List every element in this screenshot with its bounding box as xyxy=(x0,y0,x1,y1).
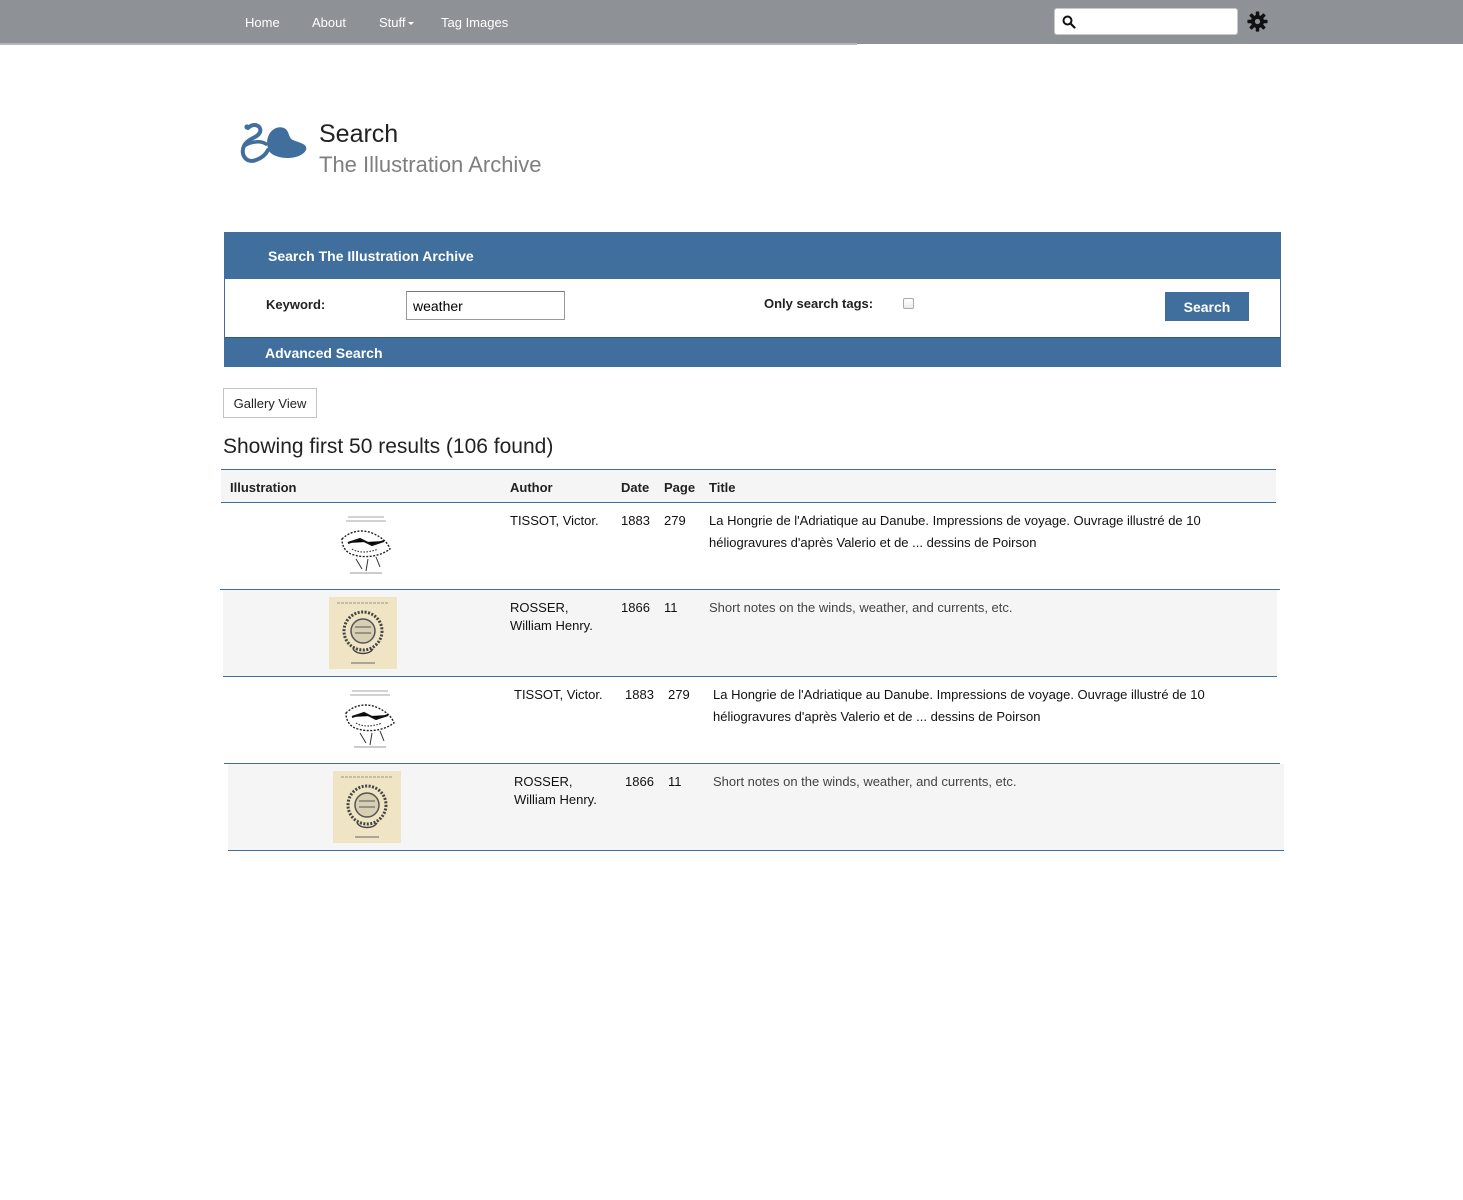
results-count-heading: Showing first 50 results (106 found) xyxy=(223,435,554,458)
column-header-illustration: Illustration xyxy=(230,480,297,495)
column-header-title: Title xyxy=(709,480,736,495)
nav-divider xyxy=(0,43,857,45)
results-table-header: Illustration Author Date Page Title xyxy=(221,469,1276,503)
row-page: 279 xyxy=(664,513,686,528)
table-row[interactable]: ROSSER, William Henry. 1866 11 Short not… xyxy=(223,590,1277,677)
search-panel-header: Search The Illustration Archive xyxy=(225,233,1280,279)
keyword-input[interactable] xyxy=(406,291,565,320)
nav-stuff-dropdown[interactable]: Stuff xyxy=(379,15,414,30)
nav-search-box[interactable] xyxy=(1054,8,1238,35)
row-page: 11 xyxy=(668,774,682,789)
search-panel: Search The Illustration Archive Keyword:… xyxy=(224,232,1281,367)
column-header-author: Author xyxy=(510,480,553,495)
wreath-emblem-thumbnail[interactable] xyxy=(329,597,397,669)
only-search-tags-label: Only search tags: xyxy=(764,296,874,311)
search-button[interactable]: Search xyxy=(1165,292,1249,321)
caret-down-icon xyxy=(407,22,414,26)
table-row[interactable]: TISSOT, Victor. 1883 279 La Hongrie de l… xyxy=(224,677,1280,764)
row-author: ROSSER, William Henry. xyxy=(510,600,593,633)
row-title[interactable]: La Hongrie de l'Adriatique au Danube. Im… xyxy=(713,684,1223,728)
column-header-date: Date xyxy=(621,480,650,495)
row-author: TISSOT, Victor. xyxy=(510,513,599,528)
page-title: Search xyxy=(319,120,399,148)
only-search-tags-checkbox[interactable] xyxy=(903,298,914,309)
row-title[interactable]: La Hongrie de l'Adriatique au Danube. Im… xyxy=(709,510,1219,554)
row-date: 1883 xyxy=(625,687,654,702)
search-icon xyxy=(1062,15,1076,29)
row-author: ROSSER, William Henry. xyxy=(514,774,597,807)
table-row[interactable]: TISSOT, Victor. 1883 279 La Hongrie de l… xyxy=(220,503,1280,590)
gear-icon[interactable] xyxy=(1247,11,1268,32)
search-panel-heading: Search The Illustration Archive xyxy=(268,248,474,264)
wreath-emblem-thumbnail[interactable] xyxy=(333,771,401,843)
page-subtitle: The Illustration Archive xyxy=(319,152,542,177)
column-header-page: Page xyxy=(664,480,696,495)
top-navbar: Home About Stuff Tag Images xyxy=(0,0,1463,44)
row-title[interactable]: Short notes on the winds, weather, and c… xyxy=(713,771,1223,793)
row-author: TISSOT, Victor. xyxy=(514,687,603,702)
sketch-illustration-thumbnail[interactable] xyxy=(336,683,404,755)
row-date: 1866 xyxy=(625,774,654,789)
gallery-view-button[interactable]: Gallery View xyxy=(223,388,317,418)
table-row[interactable]: ROSSER, William Henry. 1866 11 Short not… xyxy=(228,764,1284,851)
nav-tag-images-link[interactable]: Tag Images xyxy=(441,15,508,30)
sketch-illustration-thumbnail[interactable] xyxy=(332,509,400,581)
row-title[interactable]: Short notes on the winds, weather, and c… xyxy=(709,597,1219,619)
nav-home-link[interactable]: Home xyxy=(245,15,280,30)
row-page: 11 xyxy=(664,600,678,615)
keyword-label: Keyword: xyxy=(266,297,326,312)
advanced-search-toggle[interactable]: Advanced Search xyxy=(265,345,383,361)
advanced-search-bar[interactable]: Advanced Search xyxy=(225,337,1280,367)
row-date: 1883 xyxy=(621,513,650,528)
illustration-archive-logo xyxy=(240,123,307,163)
row-page: 279 xyxy=(668,687,690,702)
row-date: 1866 xyxy=(621,600,650,615)
nav-search-input[interactable] xyxy=(1081,12,1231,31)
nav-about-link[interactable]: About xyxy=(312,15,346,30)
nav-stuff-label: Stuff xyxy=(379,15,406,30)
